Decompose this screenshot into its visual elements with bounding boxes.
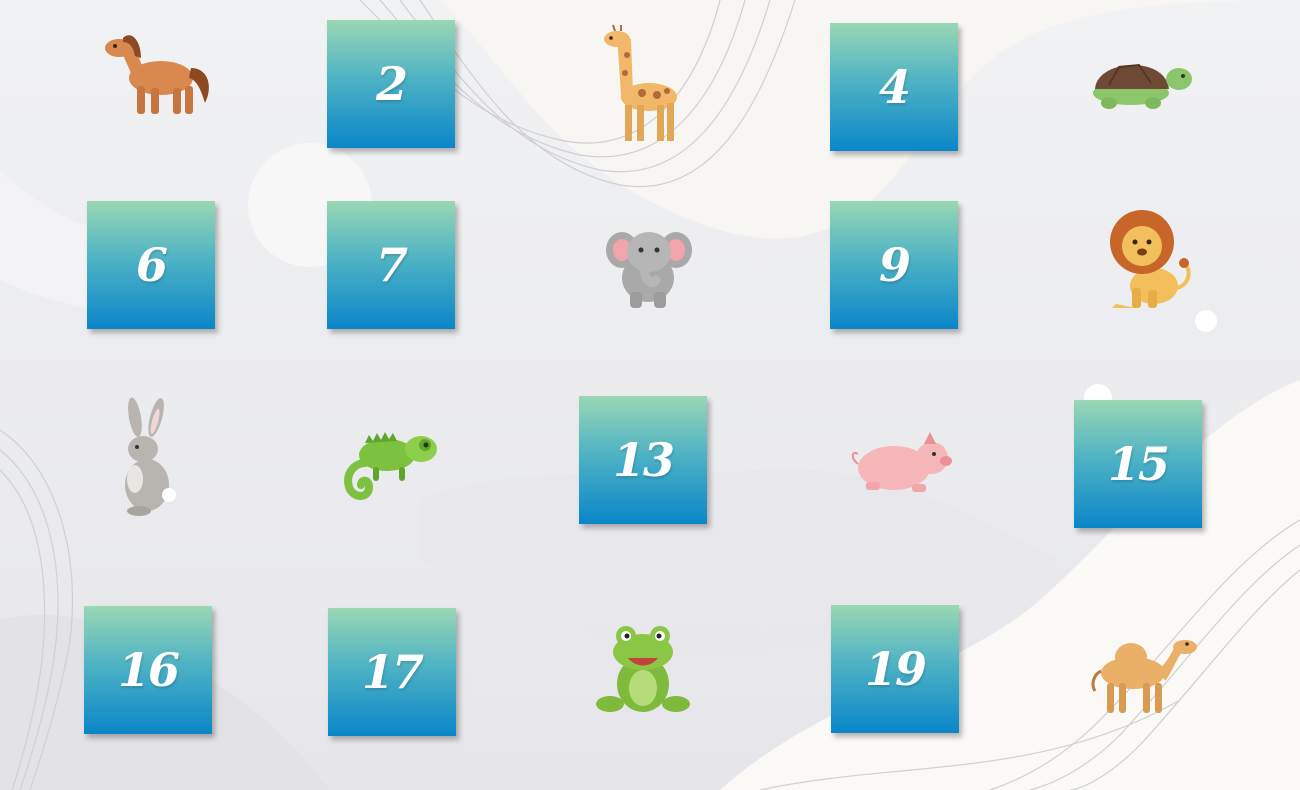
number-tile-13[interactable]: 13: [579, 396, 707, 524]
tile-number: 19: [864, 642, 927, 696]
giraffe-icon[interactable]: [597, 24, 687, 145]
tile-number: 4: [878, 60, 911, 114]
turtle-icon[interactable]: [1087, 45, 1197, 115]
lion-icon[interactable]: [1092, 208, 1192, 313]
number-tile-17[interactable]: 17: [328, 608, 456, 736]
number-tile-2[interactable]: 2: [327, 20, 455, 148]
tile-number: 13: [612, 433, 675, 487]
elephant-icon[interactable]: [598, 218, 703, 313]
number-tile-19[interactable]: 19: [831, 605, 959, 733]
chameleon-icon[interactable]: [335, 413, 445, 508]
horse-icon[interactable]: [101, 28, 216, 123]
number-tile-16[interactable]: 16: [84, 606, 212, 734]
tile-number: 2: [375, 57, 408, 111]
tile-number: 7: [375, 238, 408, 292]
number-tile-7[interactable]: 7: [327, 201, 455, 329]
tile-number: 6: [135, 238, 168, 292]
tile-number: 16: [117, 643, 180, 697]
frog-icon[interactable]: [595, 618, 691, 718]
tile-number: 9: [878, 238, 911, 292]
tile-number: 15: [1107, 437, 1170, 491]
rabbit-icon[interactable]: [113, 397, 183, 517]
pig-icon[interactable]: [848, 428, 958, 503]
camel-icon[interactable]: [1085, 631, 1200, 716]
number-tile-15[interactable]: 15: [1074, 400, 1202, 528]
number-tile-9[interactable]: 9: [830, 201, 958, 329]
number-tile-4[interactable]: 4: [830, 23, 958, 151]
tile-number: 17: [361, 645, 424, 699]
number-tile-6[interactable]: 6: [87, 201, 215, 329]
